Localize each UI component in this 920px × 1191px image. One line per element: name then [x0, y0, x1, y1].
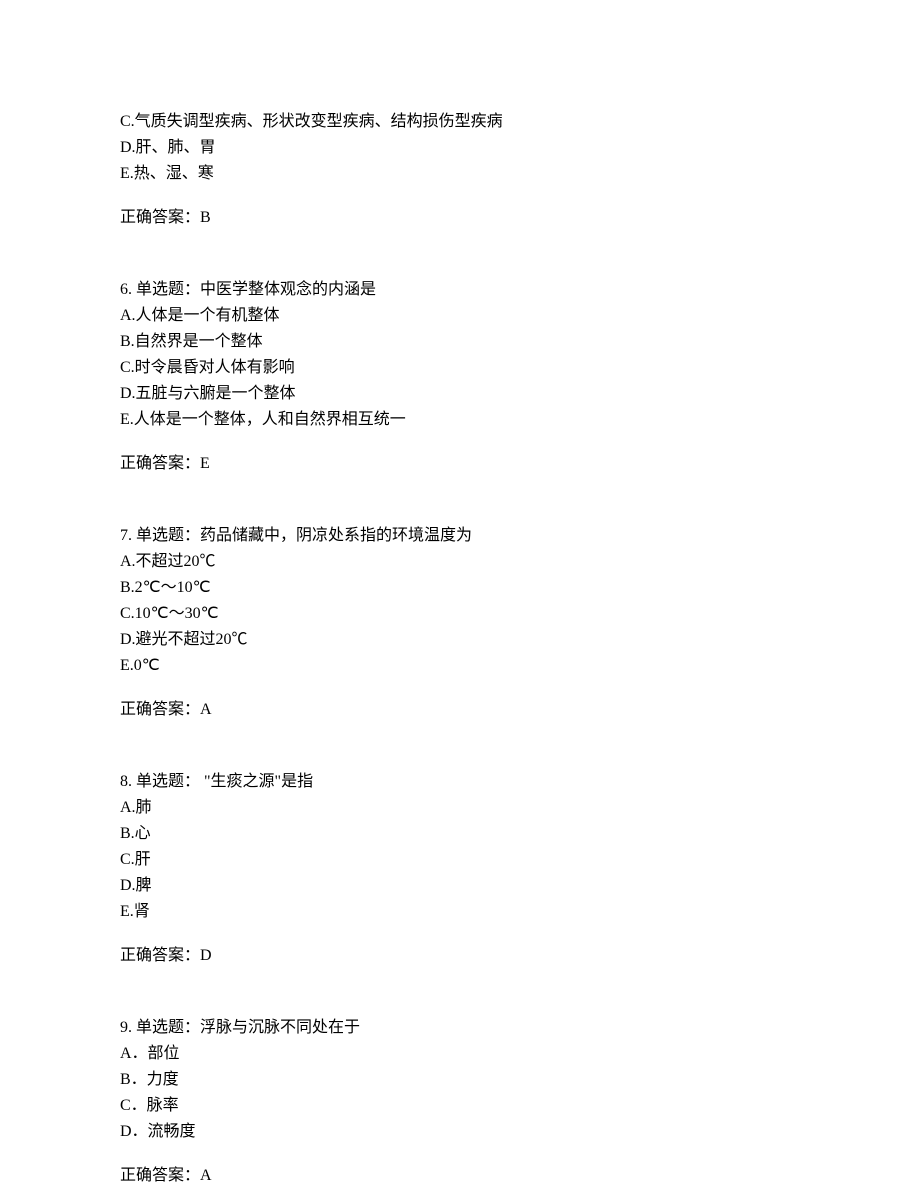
answer-label: 正确答案：E	[120, 452, 800, 476]
question-5-tail: C.气质失调型疾病、形状改变型疾病、结构损伤型疾病 D.肝、肺、胃 E.热、湿、…	[120, 110, 800, 230]
question-6: 6. 单选题：中医学整体观念的内涵是 A.人体是一个有机整体 B.自然界是一个整…	[120, 278, 800, 476]
option-c: C.气质失调型疾病、形状改变型疾病、结构损伤型疾病	[120, 110, 800, 134]
option-d: D.五脏与六腑是一个整体	[120, 382, 800, 406]
option-b: B.心	[120, 822, 800, 846]
question-stem: 7. 单选题：药品储藏中，阴凉处系指的环境温度为	[120, 524, 800, 548]
answer-label: 正确答案：B	[120, 206, 800, 230]
option-e: E.肾	[120, 900, 800, 924]
option-c: C.时令晨昏对人体有影响	[120, 356, 800, 380]
option-a: A．部位	[120, 1042, 800, 1066]
option-a: A.人体是一个有机整体	[120, 304, 800, 328]
question-8: 8. 单选题： "生痰之源"是指 A.肺 B.心 C.肝 D.脾 E.肾 正确答…	[120, 770, 800, 968]
option-c: C.10℃～30℃	[120, 602, 800, 626]
option-c: C．脉率	[120, 1094, 800, 1118]
question-stem: 9. 单选题：浮脉与沉脉不同处在于	[120, 1016, 800, 1040]
question-stem: 8. 单选题： "生痰之源"是指	[120, 770, 800, 794]
option-b: B.2℃～10℃	[120, 576, 800, 600]
option-d: D．流畅度	[120, 1120, 800, 1144]
option-e: E.0℃	[120, 654, 800, 678]
answer-label: 正确答案：D	[120, 944, 800, 968]
question-7: 7. 单选题：药品储藏中，阴凉处系指的环境温度为 A.不超过20℃ B.2℃～1…	[120, 524, 800, 722]
option-d: D.肝、肺、胃	[120, 136, 800, 160]
question-9: 9. 单选题：浮脉与沉脉不同处在于 A．部位 B．力度 C．脉率 D．流畅度 正…	[120, 1016, 800, 1188]
option-a: A.不超过20℃	[120, 550, 800, 574]
option-b: B.自然界是一个整体	[120, 330, 800, 354]
answer-label: 正确答案：A	[120, 698, 800, 722]
question-stem: 6. 单选题：中医学整体观念的内涵是	[120, 278, 800, 302]
option-b: B．力度	[120, 1068, 800, 1092]
option-d: D.避光不超过20℃	[120, 628, 800, 652]
option-c: C.肝	[120, 848, 800, 872]
option-e: E.人体是一个整体，人和自然界相互统一	[120, 408, 800, 432]
option-d: D.脾	[120, 874, 800, 898]
option-e: E.热、湿、寒	[120, 162, 800, 186]
option-a: A.肺	[120, 796, 800, 820]
answer-label: 正确答案：A	[120, 1164, 800, 1188]
